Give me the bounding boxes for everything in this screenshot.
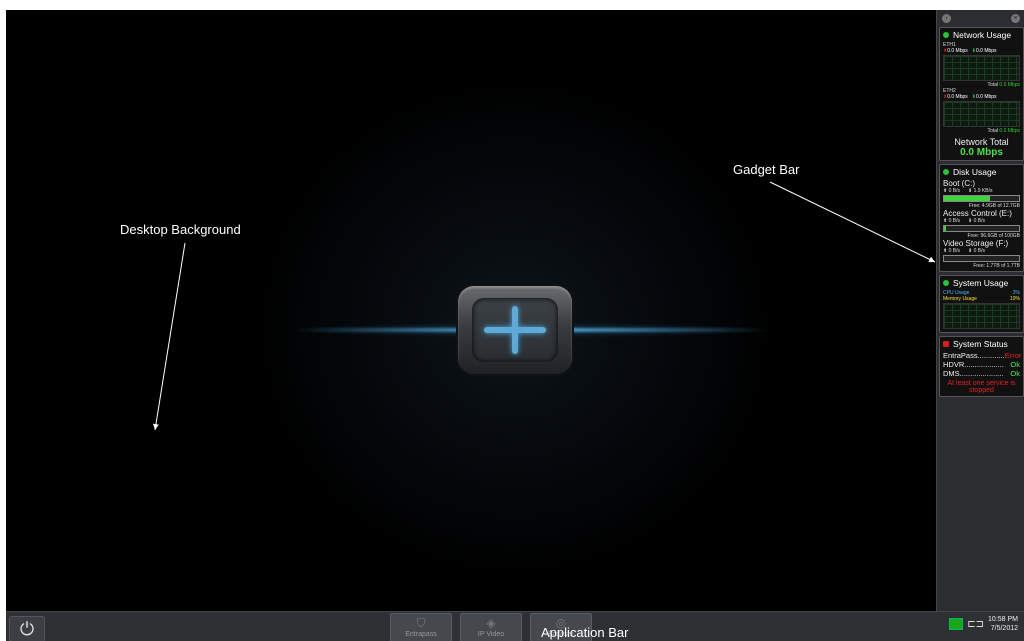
- drive-video-storage: Video Storage (F:) ⬆ 0 B/s ⬇ 0 B/s Free: …: [943, 239, 1020, 269]
- eth2-graph: [943, 101, 1020, 127]
- drive-usage-fill: [944, 196, 990, 201]
- annotation-application-bar: Application Bar: [541, 625, 629, 640]
- eth1-down: 0.0 Mbps: [975, 48, 997, 54]
- service-warning: At least one service is stopped: [947, 380, 1016, 394]
- expand-icon[interactable]: ›: [942, 14, 951, 23]
- drive-label: Boot (C:): [943, 179, 976, 188]
- app-label: Entrapass: [405, 631, 437, 638]
- network-usage-gadget: Network Usage ETH1 ⬆0.0 Mbps ⬇0.0 Mbps T…: [939, 27, 1024, 161]
- system-status-gadget: System Status EntraPass............. Erro…: [939, 336, 1024, 397]
- system-usage-graph: [943, 303, 1020, 329]
- logo-inner-panel: [472, 298, 558, 362]
- power-button[interactable]: ⏻: [9, 616, 45, 641]
- clock[interactable]: 10:58 PM 7/5/2012: [988, 615, 1018, 633]
- status-error-icon: [943, 341, 949, 347]
- drive-write: 0 B/s: [973, 248, 985, 254]
- drive-write: 0 B/s: [973, 218, 985, 224]
- drive-usage-bar: [943, 255, 1020, 262]
- drive-usage-bar: [943, 195, 1020, 202]
- status-ok-icon: [943, 280, 949, 286]
- gadget-bar-header: › ×: [937, 10, 1024, 27]
- status-ok-icon: [943, 32, 949, 38]
- service-row-hdvr: HDVR................... Ok: [943, 360, 1020, 369]
- network-total-label: Network Total: [954, 137, 1009, 147]
- camera-icon: ◈: [486, 616, 496, 630]
- eth1-rates: ⬆0.0 Mbps ⬇0.0 Mbps: [943, 48, 1020, 54]
- application-bar: ⏻ ⛉ Entrapass ◈ IP Video ◎ Browser ⊏⊐ 10…: [6, 611, 1024, 641]
- drive-free: Free: 1.7TB of 1.7TB: [973, 263, 1020, 269]
- desktop-logo: [458, 286, 572, 374]
- close-icon[interactable]: ×: [1011, 14, 1020, 23]
- drive-access-control: Access Control (E:) ⬆ 0 B/s ⬇ 0 B/s Free:…: [943, 209, 1020, 239]
- gadget-title: Network Usage: [953, 30, 1012, 40]
- app-button-ip-video[interactable]: ◈ IP Video: [460, 613, 522, 641]
- shield-icon: ⛉: [416, 616, 426, 630]
- plus-icon-vertical: [512, 306, 518, 354]
- gadget-title: System Status: [953, 339, 1008, 349]
- power-icon: ⏻: [19, 619, 35, 639]
- gadget-bar: › × Network Usage ETH1 ⬆0.0 Mbps ⬇0.0 Mb…: [936, 10, 1024, 611]
- clock-time: 10:58 PM: [988, 616, 1018, 623]
- clock-date: 7/5/2012: [990, 625, 1018, 632]
- annotation-gadget-bar: Gadget Bar: [733, 162, 800, 177]
- app-button-entrapass[interactable]: ⛉ Entrapass: [390, 613, 452, 641]
- eth1-up: 0.0 Mbps: [947, 48, 968, 54]
- eth2-up: 0.0 Mbps: [947, 94, 968, 100]
- disk-usage-gadget: Disk Usage Boot (C:) ⬆ 0 B/s ⬇ 1.9 KB/s F…: [939, 164, 1024, 272]
- system-tray: ⊏⊐ 10:58 PM 7/5/2012: [949, 615, 1018, 633]
- drive-label: Access Control (E:): [943, 209, 1012, 218]
- drive-write: 1.9 KB/s: [973, 188, 993, 194]
- drive-read: 0 B/s: [948, 248, 960, 254]
- drive-usage-fill: [944, 226, 947, 231]
- desktop-screen: › × Network Usage ETH1 ⬆0.0 Mbps ⬇0.0 Mb…: [6, 10, 1024, 641]
- eth2-down: 0.0 Mbps: [975, 94, 997, 100]
- drive-read: 0 B/s: [948, 188, 960, 194]
- drive-usage-bar: [943, 225, 1020, 232]
- gadget-title: Disk Usage: [953, 167, 997, 177]
- desktop-background: [6, 10, 934, 611]
- annotation-desktop-background: Desktop Background: [120, 222, 241, 237]
- memory-usage-row: Memory Usage 19%: [943, 296, 1020, 302]
- status-indicator-icon[interactable]: [949, 618, 964, 630]
- service-row-dms: DMS..................... Ok: [943, 369, 1020, 378]
- drive-read: 0 B/s: [948, 218, 960, 224]
- system-usage-gadget: System Usage CPU Usage 3% Memory Usage 19%: [939, 275, 1024, 333]
- network-icon[interactable]: ⊏⊐: [967, 619, 984, 630]
- status-ok-icon: [943, 169, 949, 175]
- eth2-rates: ⬆0.0 Mbps ⬇0.0 Mbps: [943, 94, 1020, 100]
- drive-label: Video Storage (F:): [943, 239, 1009, 248]
- app-label: IP Video: [477, 631, 505, 638]
- network-total-value: 0.0 Mbps: [960, 147, 1003, 158]
- gadget-title: System Usage: [953, 278, 1009, 288]
- eth2-total: Total 0.0 Mbps: [987, 128, 1020, 134]
- service-row-entrapass: EntraPass............. Error: [943, 351, 1022, 360]
- drive-boot: Boot (C:) ⬆ 0 B/s ⬇ 1.9 KB/s Free: 4.9GB …: [943, 179, 1020, 209]
- eth1-graph: [943, 55, 1020, 81]
